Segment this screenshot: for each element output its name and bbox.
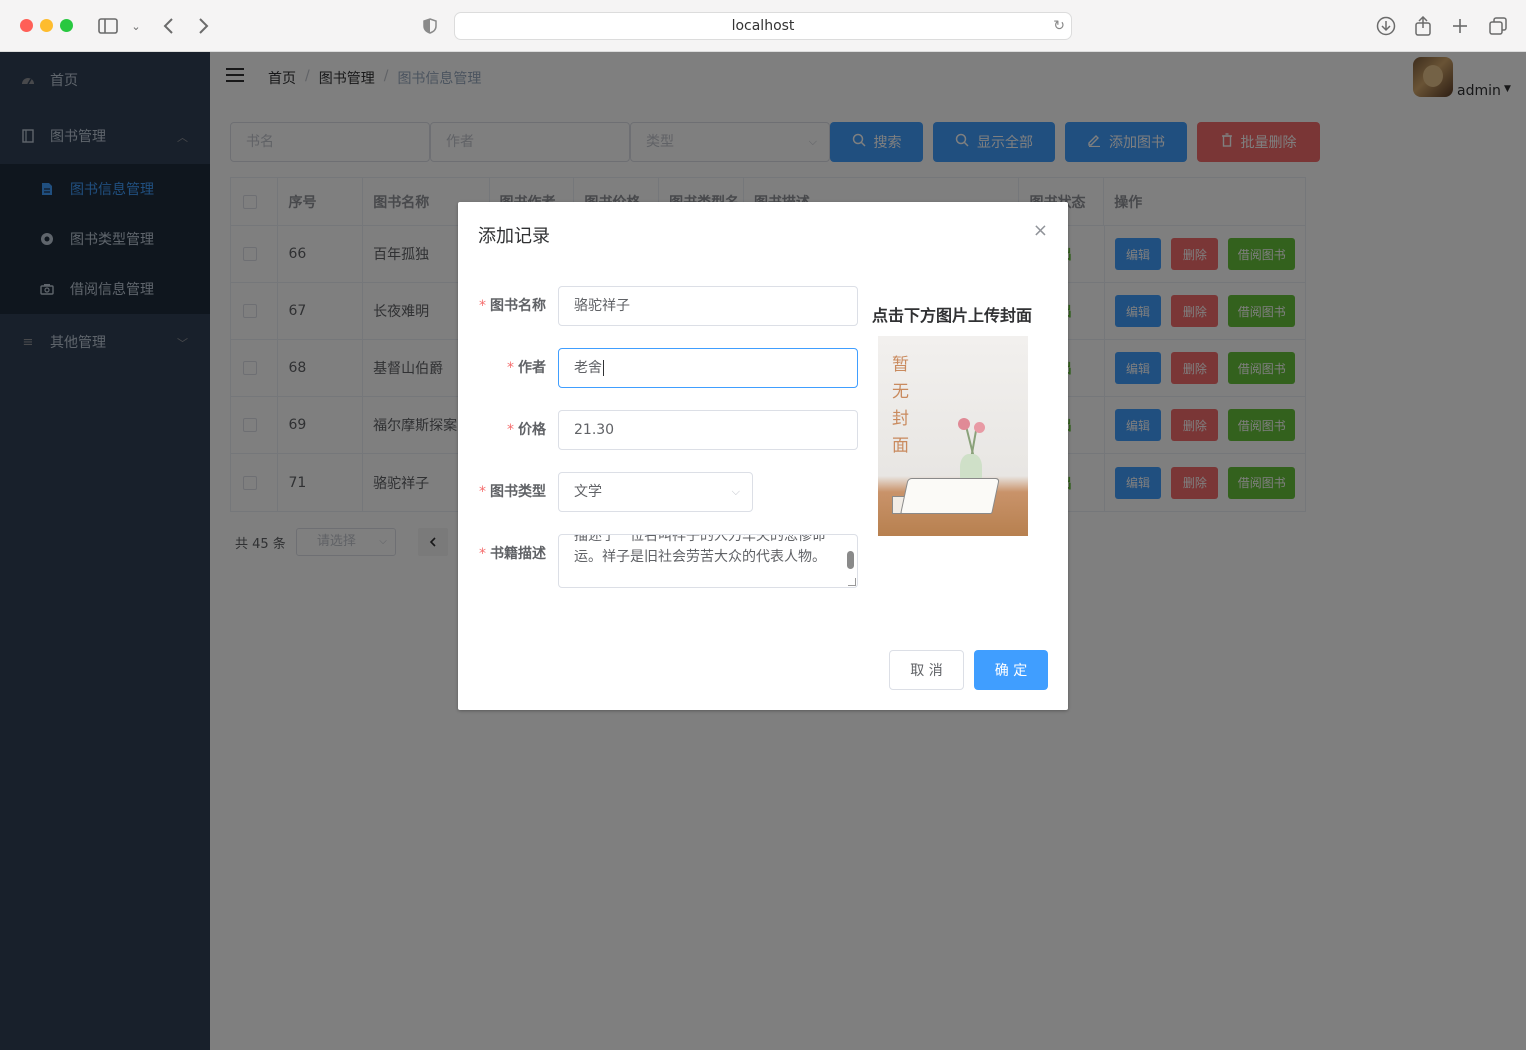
chevron-down-icon: ⌵ (731, 485, 740, 498)
author-label: 作者 (518, 360, 546, 376)
form-item-book-type: * 图书类型 文学 ⌵ (458, 472, 868, 512)
privacy-shield-icon (418, 14, 442, 38)
field-label: * 价格 (507, 422, 546, 438)
resize-handle[interactable] (848, 578, 856, 586)
book-type-value: 文学 (574, 484, 602, 500)
cover-upload-image[interactable]: 暂无封面 (878, 336, 1028, 536)
cover-placeholder-text: 暂无封面 (892, 355, 909, 456)
sidebar-toggle-icon[interactable] (96, 14, 120, 38)
field-label: * 图书类型 (479, 484, 546, 500)
zoom-window-button[interactable] (60, 19, 73, 32)
confirm-button[interactable]: 确 定 (974, 650, 1048, 690)
price-field[interactable]: 21.30 (558, 410, 858, 450)
cover-decoration (958, 418, 970, 430)
description-value: 描述了一位名叫祥子的人力车夫的悲惨命运。祥子是旧社会劳苦大众的代表人物。 (574, 534, 826, 565)
new-tab-icon[interactable] (1448, 14, 1472, 38)
close-icon[interactable]: × (1033, 220, 1048, 241)
description-label: 书籍描述 (490, 546, 546, 562)
author-value: 老舍 (574, 360, 602, 376)
dialog-title: 添加记录 (478, 226, 550, 247)
cover-decoration (900, 478, 1000, 514)
field-label: * 作者 (507, 360, 546, 376)
cancel-button[interactable]: 取 消 (889, 650, 964, 690)
reload-icon[interactable]: ↻ (1053, 13, 1065, 39)
minimize-window-button[interactable] (40, 19, 53, 32)
field-label: * 书籍描述 (479, 546, 546, 562)
close-window-button[interactable] (20, 19, 33, 32)
author-field[interactable]: 老舍 (558, 348, 858, 388)
form-item-price: * 价格 21.30 (458, 410, 868, 450)
field-label: * 图书名称 (479, 298, 546, 314)
text-cursor (603, 360, 604, 376)
price-label: 价格 (518, 422, 546, 438)
book-name-label: 图书名称 (490, 298, 546, 314)
textarea-scrollbar[interactable] (847, 551, 854, 569)
form-item-author: * 作者 老舍 (458, 348, 868, 388)
tab-overview-icon[interactable] (1486, 14, 1510, 38)
url-text: localhost (731, 18, 795, 34)
cover-decoration (974, 422, 985, 433)
form-item-book-name: * 图书名称 骆驼祥子 (458, 286, 868, 326)
back-icon[interactable] (156, 14, 180, 38)
chevron-down-icon[interactable]: ⌄ (124, 14, 148, 38)
upload-cover-tip: 点击下方图片上传封面 (872, 306, 1033, 325)
address-bar[interactable]: localhost ↻ (454, 12, 1072, 40)
browser-toolbar: ⌄ localhost ↻ (0, 0, 1526, 52)
description-textarea[interactable]: 描述了一位名叫祥子的人力车夫的悲惨命运。祥子是旧社会劳苦大众的代表人物。 (558, 534, 858, 588)
form-item-description: * 书籍描述 描述了一位名叫祥子的人力车夫的悲惨命运。祥子是旧社会劳苦大众的代表人… (458, 534, 868, 588)
forward-icon[interactable] (192, 14, 216, 38)
book-type-label: 图书类型 (490, 484, 546, 500)
add-record-dialog: 添加记录 × * 图书名称 骆驼祥子 * 作者 老舍 * 价格 21.30 * 图书类型… (458, 202, 1068, 710)
share-icon[interactable] (1411, 14, 1435, 38)
book-type-select[interactable]: 文学 ⌵ (558, 472, 753, 512)
download-icon[interactable] (1374, 14, 1398, 38)
book-name-field[interactable]: 骆驼祥子 (558, 286, 858, 326)
